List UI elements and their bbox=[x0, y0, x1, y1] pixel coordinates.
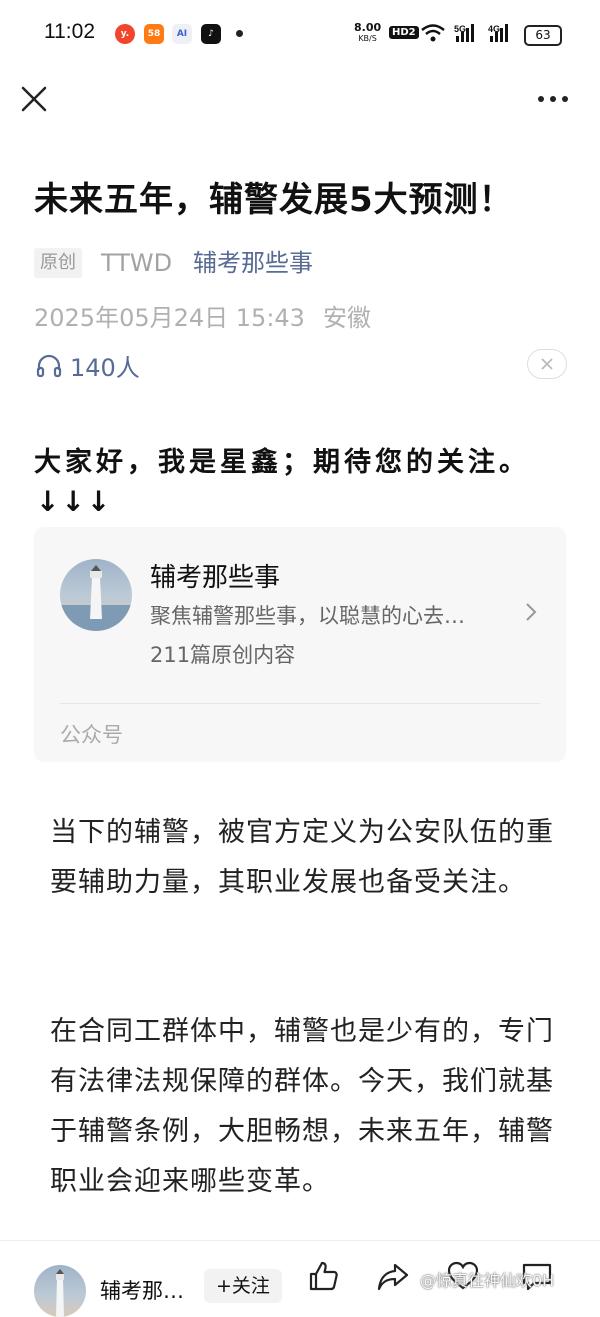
bottom-avatar[interactable] bbox=[34, 1265, 86, 1317]
thumbs-up-icon[interactable] bbox=[306, 1259, 340, 1293]
more-options-icon[interactable] bbox=[536, 92, 570, 106]
wifi-icon bbox=[421, 24, 445, 42]
notification-dot bbox=[236, 30, 243, 37]
bottom-account-name: 辅考那… bbox=[100, 1279, 184, 1303]
dismiss-listen-icon[interactable] bbox=[527, 349, 567, 379]
author-name: TTWD bbox=[101, 249, 173, 277]
card-account-name: 辅考那些事 bbox=[150, 563, 281, 593]
close-icon[interactable] bbox=[20, 85, 48, 113]
hd-icon: HD2 bbox=[389, 26, 419, 39]
svg-text:4G: 4G bbox=[488, 24, 500, 34]
card-divider bbox=[60, 703, 540, 704]
publish-date: 2025年05月24日 15:43 bbox=[34, 304, 305, 332]
battery-icon: 63 bbox=[524, 25, 562, 46]
status-bar: 11:02 y. 58 AI ♪ 8.00 KB/S HD2 5G 4G 63 bbox=[0, 0, 600, 68]
lighthouse-icon bbox=[60, 565, 132, 631]
publish-location: 安徽 bbox=[323, 304, 371, 332]
chevron-right-icon bbox=[526, 603, 537, 621]
bottom-action-bar: 辅考那… +关注 @惊真往神仙欢0H bbox=[0, 1240, 600, 1317]
lighthouse-icon bbox=[56, 1269, 64, 1317]
ai-icon: AI bbox=[172, 24, 192, 44]
share-icon[interactable] bbox=[376, 1259, 410, 1293]
account-card[interactable]: 辅考那些事 聚焦辅警那些事，以聪慧的心去… 211篇原创内容 公众号 bbox=[34, 527, 566, 762]
net-speed: 8.00 KB/S bbox=[354, 21, 382, 43]
down-arrows: ↓↓↓ bbox=[36, 485, 113, 518]
card-description: 聚焦辅警那些事，以聪慧的心去… bbox=[150, 604, 465, 628]
paragraph-2: 在合同工群体中，辅警也是少有的，专门有法律法规保障的群体。今天，我们就基于辅警条… bbox=[50, 1016, 554, 1197]
card-type-label: 公众号 bbox=[60, 723, 123, 747]
follow-button[interactable]: +关注 bbox=[204, 1269, 282, 1303]
card-article-count: 211篇原创内容 bbox=[150, 643, 296, 667]
article-title: 未来五年，辅警发展5大预测！ bbox=[34, 180, 514, 220]
greeting-text: 大家好，我是星鑫；期待您的关注。 bbox=[34, 447, 530, 478]
account-avatar bbox=[60, 559, 132, 631]
watermark: @惊真往神仙欢0H bbox=[420, 1271, 555, 1290]
listen-count: 140人 bbox=[70, 354, 140, 382]
signal-icons: 5G 4G bbox=[421, 24, 508, 42]
svg-text:5G: 5G bbox=[454, 24, 466, 34]
original-tag: 原创 bbox=[34, 248, 82, 278]
status-time: 11:02 bbox=[44, 20, 95, 43]
toutiao-icon: y. bbox=[115, 24, 135, 44]
listen-button[interactable]: 140人 bbox=[36, 348, 140, 383]
58-icon: 58 bbox=[144, 24, 164, 44]
douyin-icon: ♪ bbox=[201, 24, 221, 44]
account-link[interactable]: 辅考那些事 bbox=[193, 248, 313, 278]
headphones-icon bbox=[36, 354, 62, 377]
paragraph-1: 当下的辅警，被官方定义为公安队伍的重要辅助力量，其职业发展也备受关注。 bbox=[50, 817, 554, 898]
